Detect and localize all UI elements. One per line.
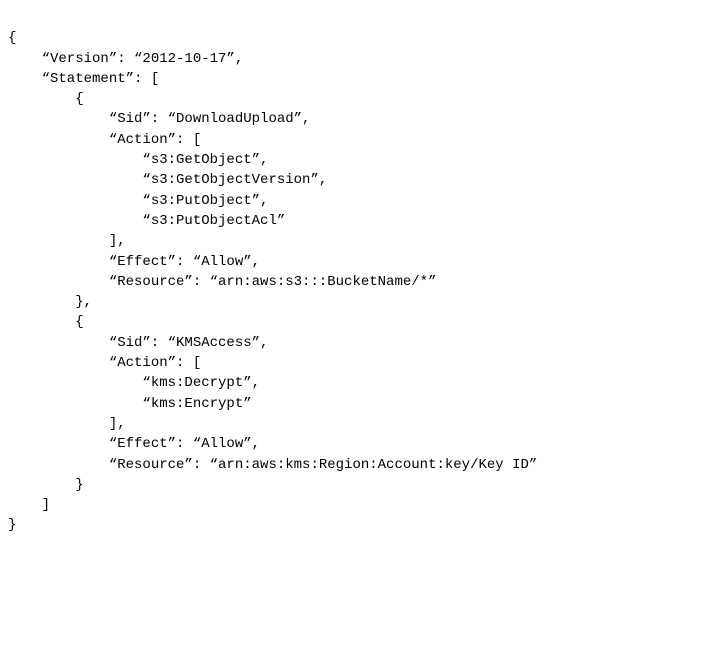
policy-json-text: { “Version”: “2012-10-17”, “Statement”: … xyxy=(8,30,537,533)
